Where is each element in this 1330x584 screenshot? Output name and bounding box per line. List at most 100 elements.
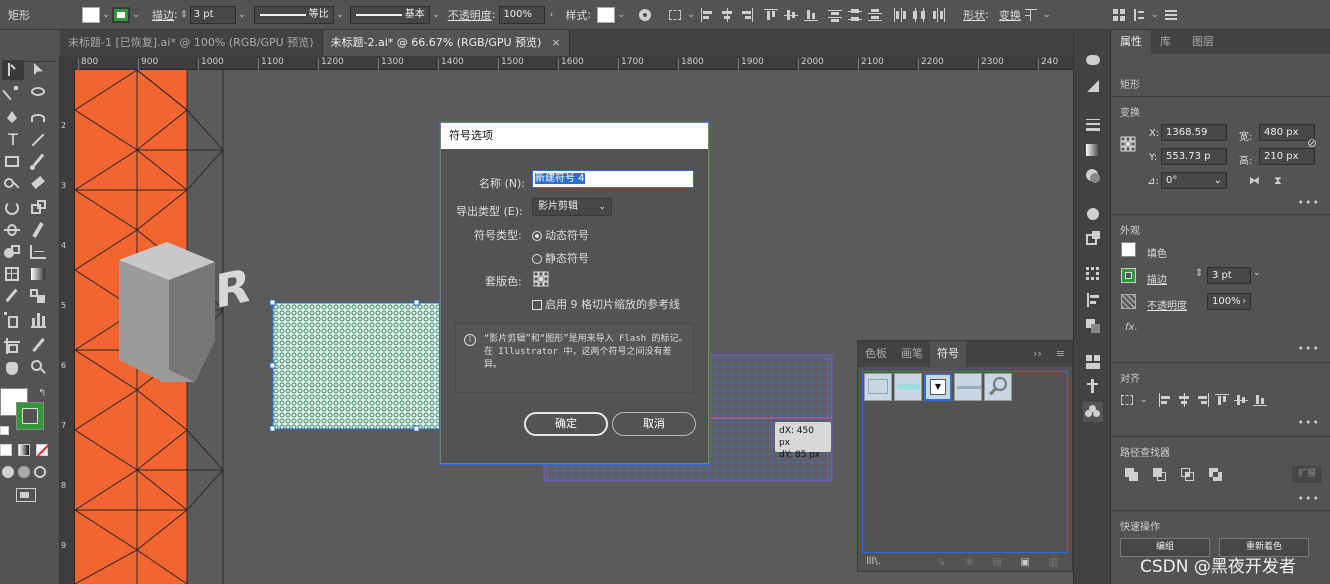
puppet-warp-tool-icon[interactable] — [28, 220, 50, 240]
gradient-mode-icon[interactable] — [18, 444, 30, 456]
unite-icon[interactable] — [1125, 468, 1139, 482]
nine-slice-checkbox[interactable]: 启用 9 格切片缩放的参考线 — [532, 296, 680, 312]
transform-anchor-icon[interactable] — [1024, 8, 1038, 22]
profile-dropdown-icon[interactable]: ⌄ — [334, 7, 346, 23]
default-colors-icon[interactable] — [0, 426, 9, 435]
symbol-thumb[interactable] — [954, 373, 982, 401]
tab-layers[interactable]: 图层 — [1180, 30, 1226, 54]
flip-horizontal-icon[interactable]: ⧓ — [1249, 174, 1260, 187]
stroke-weight-dropdown-icon[interactable]: ⌄ — [236, 7, 248, 23]
symbol-library-icon[interactable]: lll\. — [866, 556, 881, 567]
color-guide-icon[interactable] — [1085, 206, 1101, 222]
align-to-dropdown-icon[interactable]: ⌄ — [685, 7, 697, 23]
isolate-grid-icon[interactable] — [1112, 8, 1126, 22]
edit-pattern-icon[interactable] — [1132, 8, 1146, 22]
cancel-button[interactable]: 取消 — [612, 412, 696, 436]
x-field[interactable]: 1368.59 — [1161, 124, 1227, 141]
expand-button[interactable]: 扩展 — [1291, 465, 1323, 484]
ok-button[interactable]: 确定 — [524, 412, 608, 436]
panel-collapse-icon[interactable]: ›› — [1026, 341, 1049, 367]
hand-tool-icon[interactable] — [2, 358, 24, 378]
stroke-swatch[interactable] — [1121, 268, 1136, 283]
appearance-icon[interactable] — [1085, 168, 1101, 184]
align-hcenter-icon[interactable] — [720, 7, 734, 22]
zoom-tool-icon[interactable] — [28, 358, 50, 378]
stroke-swatch[interactable] — [112, 6, 130, 23]
new-symbol-icon[interactable]: ▣ — [1020, 557, 1029, 569]
paintbrush-tool-icon[interactable] — [28, 152, 50, 172]
distribute-vcenter-icon[interactable] — [848, 8, 863, 22]
transform-label[interactable]: 变换 — [999, 7, 1021, 23]
scale-tool-icon[interactable] — [28, 198, 50, 218]
appearance-more-icon[interactable]: ••• — [1298, 342, 1320, 355]
distribute-bottom-icon[interactable] — [868, 8, 883, 22]
horizontal-ruler[interactable]: 800 900 1000 1100 1200 1300 1400 1500 16… — [75, 56, 1073, 70]
close-tab-icon[interactable]: × — [551, 36, 560, 49]
cc-libraries-icon[interactable] — [1085, 52, 1101, 68]
pen-tool-icon[interactable] — [2, 108, 24, 128]
draw-behind-icon[interactable] — [18, 466, 30, 478]
puppet-icon[interactable] — [1085, 378, 1101, 394]
align-panel-icon[interactable] — [1085, 266, 1101, 282]
symbols-panel-icon[interactable] — [1083, 402, 1103, 422]
line-tool-icon[interactable] — [28, 130, 50, 150]
blend-tool-icon[interactable] — [28, 286, 50, 306]
perspective-grid-tool-icon[interactable] — [28, 242, 50, 262]
symbol-thumb[interactable]: ▼ — [924, 373, 952, 401]
gradient-panel-icon[interactable] — [1085, 142, 1101, 158]
transform-dropdown-icon[interactable]: ⌄ — [1041, 7, 1053, 23]
distribute-top-icon[interactable] — [828, 8, 843, 22]
align-to-dropdown-icon[interactable]: ⌄ — [1140, 395, 1148, 405]
symbol-sprayer-tool-icon[interactable] — [2, 310, 24, 330]
stroke-stepper-icon[interactable]: ⇕ — [178, 7, 190, 23]
reference-point-icon[interactable] — [1120, 136, 1136, 152]
panel-menu-icon[interactable] — [1164, 8, 1178, 22]
flip-vertical-icon[interactable]: ⧗ — [1274, 174, 1282, 188]
draw-normal-icon[interactable] — [2, 466, 14, 478]
curvature-tool-icon[interactable] — [28, 108, 50, 128]
align-top-icon[interactable] — [1214, 393, 1229, 407]
slice-tool-icon[interactable] — [28, 336, 50, 356]
screen-mode-icon[interactable] — [16, 488, 36, 502]
eraser-tool-icon[interactable] — [28, 174, 50, 194]
type-tool-icon[interactable]: T — [2, 130, 24, 150]
magnifier-symbol-icon[interactable] — [984, 373, 1012, 401]
align-right-icon[interactable] — [1196, 393, 1210, 407]
align-top-icon[interactable] — [764, 8, 779, 22]
export-icon[interactable] — [1085, 230, 1101, 246]
tab-swatches[interactable]: 色板 — [858, 341, 894, 367]
transparency-icon[interactable] — [1085, 78, 1101, 94]
stroke-color-box[interactable] — [16, 402, 44, 430]
swap-fill-stroke-icon[interactable]: ↰ — [38, 388, 46, 399]
transform-more-icon[interactable]: ••• — [1298, 196, 1320, 209]
link-proportions-icon[interactable]: ⊘ — [1307, 136, 1317, 150]
artboard-tool-icon[interactable] — [2, 336, 24, 356]
style-dropdown-icon[interactable]: ⌄ — [615, 7, 627, 23]
opacity-arrow-icon[interactable]: › — [545, 7, 557, 23]
recolor-icon[interactable] — [638, 8, 652, 22]
direct-selection-tool-icon[interactable] — [28, 60, 50, 80]
brush-dropdown-icon[interactable]: ⌄ — [430, 7, 442, 23]
stroke-label[interactable]: 描边 — [1147, 271, 1167, 286]
distribute-hcenter-icon[interactable] — [912, 7, 926, 22]
tab-doc-2[interactable]: 未标题-2.ai* @ 66.67% (RGB/GPU 预览) × — [322, 30, 570, 56]
align-vcenter-icon[interactable] — [784, 8, 799, 22]
stroke-stepper-icon[interactable]: ⇕ — [1195, 268, 1203, 279]
pathfinder-more-icon[interactable]: ••• — [1298, 492, 1320, 505]
symbols-list[interactable]: ▼ — [862, 371, 1068, 553]
export-type-select[interactable]: 影片剪辑 ⌄ — [532, 198, 612, 216]
exclude-icon[interactable] — [1209, 468, 1223, 482]
place-symbol-icon[interactable]: ↳ — [938, 557, 946, 569]
transform-panel-icon[interactable] — [1085, 292, 1101, 308]
stroke-label[interactable]: 描边 — [152, 7, 174, 23]
symbol-thumb[interactable] — [894, 373, 922, 401]
width-tool-icon[interactable] — [2, 220, 24, 240]
color-mode-icon[interactable] — [0, 444, 12, 456]
distribute-right-icon[interactable] — [932, 7, 946, 22]
eyedropper-tool-icon[interactable] — [2, 286, 24, 306]
tab-properties[interactable]: 属性 — [1111, 30, 1151, 54]
align-left-icon[interactable] — [1158, 393, 1172, 407]
symbol-thumb[interactable] — [864, 373, 892, 401]
rectangle-tool-icon[interactable] — [2, 152, 24, 172]
none-mode-icon[interactable] — [36, 444, 50, 457]
